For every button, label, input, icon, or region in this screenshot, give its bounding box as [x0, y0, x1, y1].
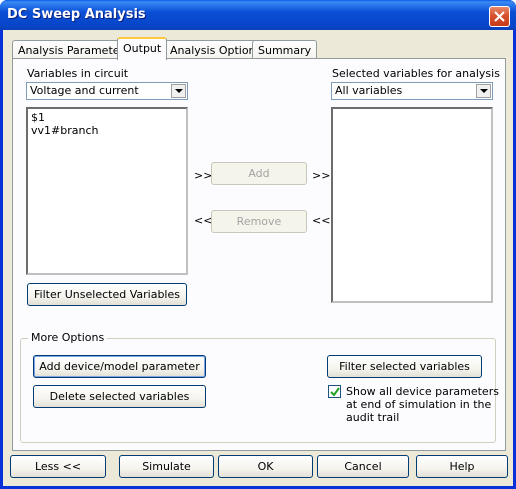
window-title: DC Sweep Analysis [7, 7, 146, 22]
add-arrow-right: >> [312, 169, 331, 182]
dropdown-button[interactable] [171, 84, 186, 98]
list-item[interactable]: $1 [31, 111, 183, 124]
selected-filter-select[interactable]: All variables [331, 82, 493, 100]
selected-variables-label: Selected variables for analysis [332, 67, 500, 80]
close-button[interactable] [489, 6, 510, 27]
ok-button[interactable]: OK [218, 455, 313, 478]
variables-in-circuit-label: Variables in circuit [27, 67, 129, 80]
dialog-client: Analysis Parameters Output Analysis Opti… [3, 30, 513, 486]
chevron-down-icon [480, 89, 488, 93]
tab-summary[interactable]: Summary [252, 40, 318, 59]
selected-variables-list[interactable] [331, 107, 493, 303]
add-arrow-left: >> [194, 169, 213, 182]
chevron-down-icon [175, 89, 183, 93]
show-device-parameters-line: audit trail [346, 411, 400, 424]
title-bar[interactable]: DC Sweep Analysis [0, 0, 516, 30]
selected-filter-value: All variables [335, 84, 403, 97]
less-button[interactable]: Less << [10, 455, 106, 478]
more-options-legend: More Options [28, 331, 108, 344]
variables-filter-select[interactable]: Voltage and current [26, 82, 188, 100]
list-item[interactable]: vv1#branch [31, 124, 183, 137]
tab-output[interactable]: Output [117, 37, 168, 60]
filter-selected-variables-button[interactable]: Filter selected variables [327, 355, 482, 378]
dropdown-button[interactable] [476, 84, 491, 98]
cancel-button[interactable]: Cancel [317, 455, 409, 478]
variables-filter-value: Voltage and current [30, 84, 139, 97]
close-icon [494, 11, 505, 22]
simulate-button[interactable]: Simulate [119, 455, 214, 478]
checkmark-icon [330, 387, 340, 397]
filter-unselected-variables-button[interactable]: Filter Unselected Variables [27, 283, 187, 306]
add-device-model-parameter-button[interactable]: Add device/model parameter [33, 355, 206, 378]
variables-in-circuit-list[interactable]: $1 vv1#branch [26, 107, 188, 275]
dialog-window: DC Sweep Analysis Analysis Parameters Ou… [0, 0, 516, 489]
remove-button[interactable]: Remove [211, 210, 307, 233]
show-device-parameters-label[interactable]: Show all device parameters at end of sim… [346, 385, 499, 424]
show-device-parameters-checkbox[interactable] [328, 385, 341, 398]
remove-arrow-left: << [194, 214, 213, 227]
delete-selected-variables-button[interactable]: Delete selected variables [33, 385, 206, 408]
help-button[interactable]: Help [416, 455, 508, 478]
add-button[interactable]: Add [211, 162, 307, 185]
remove-arrow-right: << [312, 214, 331, 227]
show-device-parameters-line: Show all device parameters [346, 385, 499, 398]
show-device-parameters-line: at end of simulation in the [346, 398, 492, 411]
